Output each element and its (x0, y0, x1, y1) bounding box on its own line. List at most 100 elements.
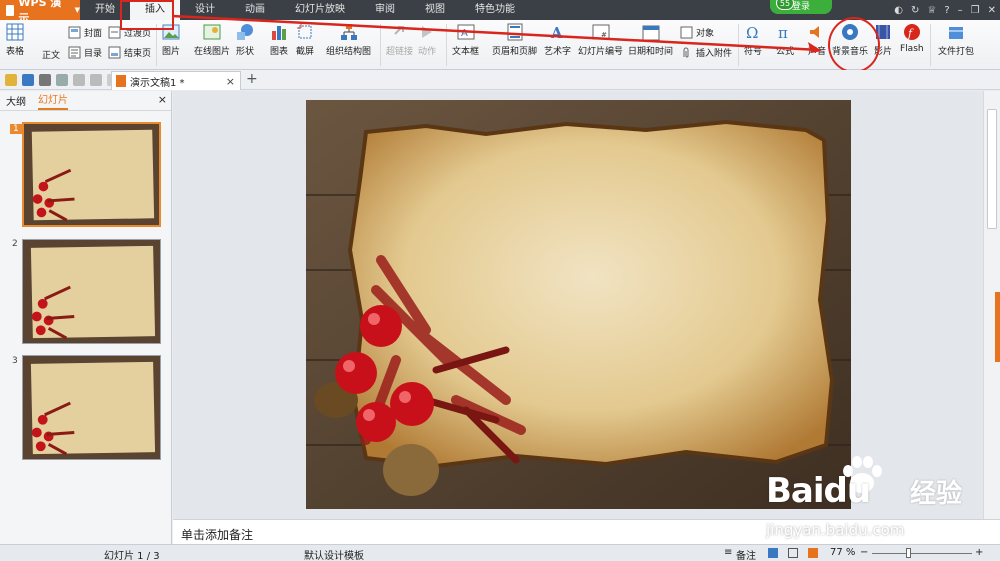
attachment-icon (683, 47, 689, 58)
shape-icon (237, 24, 253, 40)
close-panel-icon[interactable]: × (158, 93, 167, 106)
separator (930, 24, 931, 66)
tab-slides[interactable]: 幻灯片 (38, 91, 68, 110)
document-tab[interactable]: 演示文稿1 * × (111, 71, 241, 90)
attachment-button[interactable]: 插入附件 (680, 46, 732, 59)
slide-number: 1 (10, 124, 22, 134)
tab-outline[interactable]: 大纲 (6, 93, 26, 108)
document-icon (116, 75, 126, 87)
cover-icon (68, 26, 81, 39)
parchment-background-image (306, 100, 851, 509)
open-icon[interactable] (5, 73, 17, 86)
header-footer-icon (507, 23, 522, 41)
scrollbar-thumb[interactable] (987, 109, 997, 229)
slide-position: 幻灯片 1 / 3 (104, 551, 160, 561)
slide-number: 3 (12, 356, 18, 366)
online-picture-icon (203, 24, 221, 40)
close-tab-icon[interactable]: × (226, 75, 235, 88)
wordart-icon: A (550, 24, 563, 41)
level-badge: 55 (776, 0, 794, 10)
org-chart-icon (340, 24, 357, 40)
menu-view[interactable]: 视图 (410, 0, 460, 20)
background-music-highlight-annotation (828, 17, 880, 73)
slide-thumbnail[interactable] (22, 355, 161, 460)
package-icon (949, 27, 963, 39)
slide-number-button[interactable]: # 幻灯片编号 (578, 23, 623, 57)
slide-thumbnail[interactable] (22, 122, 161, 227)
screenshot-button[interactable]: 截屏 (296, 23, 314, 57)
wordart-button[interactable]: A 艺术字 (544, 23, 571, 57)
calendar-icon (642, 25, 659, 41)
new-tab-button[interactable]: + (246, 71, 258, 87)
notes-toggle[interactable]: 备注 (736, 547, 756, 561)
print-icon[interactable] (39, 73, 51, 86)
parchment-thumbnail-image (23, 240, 160, 343)
shirt-icon[interactable]: ♕ (927, 5, 936, 16)
restore-icon[interactable]: ❐ (971, 5, 980, 16)
notes-icon[interactable]: ≡ (724, 547, 732, 558)
separator (446, 24, 447, 66)
help-button[interactable]: ? (944, 5, 949, 16)
refresh-icon[interactable]: ↻ (911, 5, 919, 16)
shape-button[interactable]: 形状 (236, 23, 254, 57)
menu-design[interactable]: 设计 (180, 0, 230, 20)
menu-slideshow[interactable]: 幻灯片放映 (280, 0, 360, 20)
menu-review[interactable]: 审阅 (360, 0, 410, 20)
parchment-thumbnail-image (23, 356, 160, 459)
insert-tab-highlight-annotation (120, 0, 174, 30)
close-icon[interactable]: ✕ (988, 5, 996, 16)
table-button[interactable]: 表格 (6, 23, 24, 57)
cover-button[interactable]: 封面 (68, 26, 102, 39)
slide-number-icon: # (592, 24, 609, 40)
separator (738, 24, 739, 66)
preview-icon[interactable] (56, 73, 68, 86)
flash-button[interactable]: f Flash (900, 23, 924, 54)
action-button[interactable]: 动作 (418, 23, 436, 57)
skin-icon[interactable]: ◐ (894, 5, 903, 16)
wps-logo-icon (6, 4, 15, 16)
body-text-button[interactable]: 正文 (42, 48, 60, 61)
audio-button[interactable]: 声音 (808, 23, 826, 57)
svg-text:π: π (778, 24, 788, 41)
watermark-brand: Baidu (766, 471, 871, 511)
online-picture-button[interactable]: 在线图片 (194, 23, 230, 57)
textbox-icon: A (457, 24, 474, 40)
org-chart-button[interactable]: 组织结构图 (326, 23, 371, 57)
formula-button[interactable]: π 公式 (776, 23, 794, 57)
svg-text:A: A (550, 24, 563, 41)
omega-icon: Ω (746, 24, 758, 41)
action-icon (422, 26, 432, 38)
screenshot-icon (297, 24, 312, 39)
object-button[interactable]: 对象 (680, 26, 714, 39)
separator (380, 24, 381, 66)
menu-special[interactable]: 特色功能 (460, 0, 530, 20)
template-name: 默认设计模板 (304, 551, 364, 561)
baidu-jingyan-watermark: Baidu 经验 jingyan.baidu.com (760, 455, 1000, 555)
toc-button[interactable]: 目录 (68, 46, 102, 59)
flash-icon: f (903, 24, 920, 40)
save-icon[interactable] (22, 73, 34, 86)
parchment-thumbnail-image (24, 124, 159, 225)
speaker-icon (810, 26, 819, 38)
header-footer-button[interactable]: 页眉和页脚 (492, 23, 537, 57)
hyperlink-button[interactable]: 超链接 (386, 23, 413, 57)
side-handle[interactable] (995, 292, 1000, 362)
redo-icon[interactable] (90, 73, 102, 86)
table-icon (6, 23, 24, 41)
slide-thumbnail[interactable] (22, 239, 161, 344)
textbox-button[interactable]: A 文本框 (452, 23, 479, 57)
slide-number: 2 (12, 239, 18, 249)
undo-icon[interactable] (73, 73, 85, 86)
package-button[interactable]: 文件打包 (938, 23, 974, 57)
date-time-button[interactable]: 日期和时间 (628, 23, 673, 57)
menu-animation[interactable]: 动画 (230, 0, 280, 20)
current-slide[interactable] (306, 100, 851, 509)
chart-button[interactable]: 图表 (270, 23, 288, 57)
end-page-button[interactable]: 结束页 (108, 46, 151, 59)
pi-icon: π (778, 24, 788, 41)
symbol-button[interactable]: Ω 符号 (744, 23, 762, 57)
app-menu-button[interactable]: WPS 演示 ▼ (0, 0, 80, 25)
panel-tabs: 大纲 幻灯片 × (0, 91, 171, 111)
svg-text:A: A (461, 28, 468, 39)
minimize-icon[interactable]: – (958, 5, 963, 16)
